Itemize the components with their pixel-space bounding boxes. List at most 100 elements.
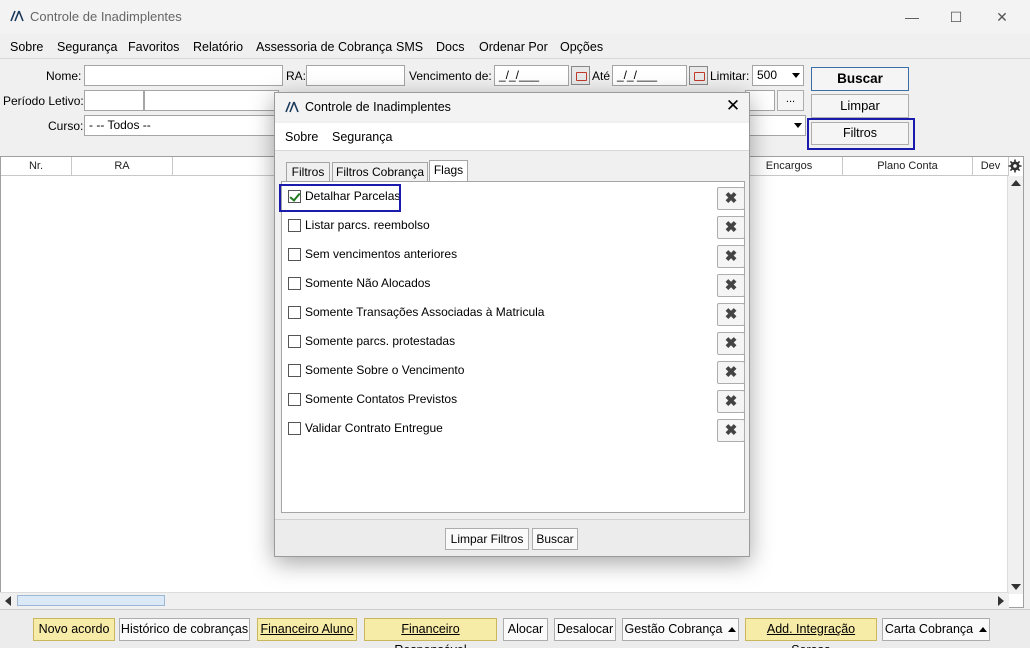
chevron-up-icon bbox=[979, 627, 988, 632]
scroll-thumb[interactable] bbox=[17, 595, 165, 606]
flag-row[interactable]: Somente Não Alocados bbox=[288, 273, 708, 295]
clear-flag-icon[interactable]: ✖ bbox=[717, 361, 745, 384]
ra-input[interactable] bbox=[306, 65, 405, 86]
menu-seguranca[interactable]: Segurança bbox=[57, 40, 117, 54]
checkbox[interactable] bbox=[288, 335, 301, 348]
tab-filtros[interactable]: Filtros bbox=[286, 162, 330, 182]
chevron-down-icon bbox=[792, 73, 800, 78]
col-encargos[interactable]: Encargos bbox=[736, 157, 843, 176]
clear-flag-icon[interactable]: ✖ bbox=[717, 303, 745, 326]
gestao-cobranca-button[interactable]: Gestão Cobrança bbox=[622, 618, 739, 641]
dialog-menu-sobre[interactable]: Sobre bbox=[285, 130, 318, 144]
limpar-filtros-button[interactable]: Limpar Filtros bbox=[445, 528, 529, 550]
flag-label: Somente Transações Associadas à Matricul… bbox=[305, 305, 545, 319]
menu-opcoes[interactable]: Opções bbox=[560, 40, 603, 54]
flag-row[interactable]: Somente Contatos Previstos bbox=[288, 389, 708, 411]
col-plano-conta[interactable]: Plano Conta bbox=[843, 157, 973, 176]
clear-flag-icon[interactable]: ✖ bbox=[717, 187, 745, 210]
vertical-scrollbar[interactable] bbox=[1007, 176, 1023, 594]
periodo-desc-input[interactable] bbox=[144, 90, 279, 111]
flag-label: Validar Contrato Entregue bbox=[305, 421, 443, 435]
dialog-buscar-button[interactable]: Buscar bbox=[532, 528, 578, 550]
flags-dialog: Controle de Inadimplentes ✕ Sobre Segura… bbox=[274, 92, 750, 557]
flag-row[interactable]: Somente parcs. protestadas bbox=[288, 331, 708, 353]
nome-input[interactable] bbox=[84, 65, 283, 86]
dialog-titlebar: Controle de Inadimplentes ✕ bbox=[275, 93, 749, 121]
menu-favoritos[interactable]: Favoritos bbox=[128, 40, 179, 54]
periodo-input[interactable] bbox=[84, 90, 144, 111]
close-icon[interactable]: ✕ bbox=[723, 96, 743, 116]
checkbox[interactable] bbox=[288, 306, 301, 319]
add-integracao-serasa-button[interactable]: Add. Integração Serasa bbox=[745, 618, 877, 648]
novo-acordo-button[interactable]: Novo acordo bbox=[33, 618, 115, 641]
menu-ordenar-por[interactable]: Ordenar Por bbox=[479, 40, 548, 54]
clear-flag-icon[interactable]: ✖ bbox=[717, 216, 745, 239]
window-titlebar: Controle de Inadimplentes — ☐ ✕ bbox=[0, 0, 1030, 34]
vencimento-label: Vencimento de: bbox=[409, 69, 492, 83]
clear-flag-icon[interactable]: ✖ bbox=[717, 390, 745, 413]
scroll-right-icon[interactable] bbox=[998, 596, 1004, 606]
historico-cobrancas-button[interactable]: Histórico de cobranças bbox=[119, 618, 250, 641]
scroll-left-icon[interactable] bbox=[5, 596, 11, 606]
vencimento-de-input[interactable]: _/_/___ bbox=[494, 65, 569, 86]
checkbox[interactable] bbox=[288, 248, 301, 261]
clear-flag-icon[interactable]: ✖ bbox=[717, 332, 745, 355]
flag-row[interactable]: Somente Sobre o Vencimento bbox=[288, 360, 708, 382]
financeiro-responsavel-button[interactable]: Financeiro Responsável bbox=[364, 618, 497, 648]
ate-input[interactable]: _/_/___ bbox=[612, 65, 687, 86]
carta-cobranca-button[interactable]: Carta Cobrança bbox=[882, 618, 990, 641]
ellipsis-button[interactable]: ... bbox=[777, 90, 804, 111]
scroll-up-icon[interactable] bbox=[1011, 180, 1021, 186]
col-nr[interactable]: Nr. bbox=[1, 157, 72, 176]
tab-filtros-cobranca[interactable]: Filtros Cobrança bbox=[332, 162, 428, 182]
settings-gear-icon[interactable] bbox=[1008, 159, 1022, 173]
col-dev[interactable]: Dev bbox=[973, 157, 1009, 176]
checkbox[interactable] bbox=[288, 277, 301, 290]
filtros-highlight bbox=[807, 118, 915, 150]
checkbox[interactable] bbox=[288, 393, 301, 406]
maximize-icon[interactable]: ☐ bbox=[941, 6, 971, 28]
curso-select[interactable]: - -- Todos -- bbox=[84, 115, 279, 136]
flag-label: Sem vencimentos anteriores bbox=[305, 247, 458, 261]
menu-docs[interactable]: Docs bbox=[436, 40, 464, 54]
tab-flags[interactable]: Flags bbox=[429, 160, 468, 182]
minimize-icon[interactable]: — bbox=[897, 6, 927, 28]
bottom-toolbar: Novo acordo Histórico de cobranças Finan… bbox=[0, 609, 1030, 648]
limitar-select[interactable]: 500 bbox=[752, 65, 804, 86]
limpar-button[interactable]: Limpar bbox=[811, 94, 909, 118]
menu-assessoria[interactable]: Assessoria de Cobrança bbox=[256, 40, 392, 54]
buscar-button[interactable]: Buscar bbox=[811, 67, 909, 91]
menu-sobre[interactable]: Sobre bbox=[10, 40, 43, 54]
horizontal-scrollbar[interactable] bbox=[0, 592, 1009, 608]
menu-sms[interactable]: SMS bbox=[396, 40, 423, 54]
dialog-menu-seguranca[interactable]: Segurança bbox=[332, 130, 392, 144]
calendar-icon[interactable] bbox=[689, 66, 708, 85]
chevron-up-icon bbox=[728, 627, 737, 632]
menu-relatorio[interactable]: Relatório bbox=[193, 40, 243, 54]
close-icon[interactable]: ✕ bbox=[987, 6, 1017, 28]
flags-panel: Detalhar Parcelas ✖ Listar parcs. reembo… bbox=[279, 181, 745, 513]
clear-flag-icon[interactable]: ✖ bbox=[717, 419, 745, 442]
checkbox[interactable] bbox=[288, 364, 301, 377]
curso-select-right[interactable] bbox=[745, 115, 806, 136]
calendar-icon[interactable] bbox=[571, 66, 590, 85]
scroll-down-icon[interactable] bbox=[1011, 584, 1021, 590]
limitar-value: 500 bbox=[757, 68, 778, 82]
clear-flag-icon[interactable]: ✖ bbox=[717, 245, 745, 268]
dialog-footer: Limpar Filtros Buscar bbox=[275, 519, 749, 556]
desalocar-button[interactable]: Desalocar bbox=[554, 618, 616, 641]
checkbox[interactable] bbox=[288, 422, 301, 435]
chevron-down-icon bbox=[794, 123, 802, 128]
flag-row[interactable]: Validar Contrato Entregue bbox=[288, 418, 708, 440]
flag-row[interactable]: Listar parcs. reembolso bbox=[288, 215, 708, 237]
ra-label: RA: bbox=[286, 69, 307, 83]
alocar-button[interactable]: Alocar bbox=[503, 618, 548, 641]
flag-row[interactable]: Somente Transações Associadas à Matricul… bbox=[288, 302, 708, 324]
gestao-cobranca-label: Gestão Cobrança bbox=[624, 622, 723, 636]
financeiro-aluno-label: Financeiro Aluno bbox=[260, 622, 354, 636]
financeiro-aluno-button[interactable]: Financeiro Aluno bbox=[257, 618, 357, 641]
col-ra[interactable]: RA bbox=[72, 157, 173, 176]
clear-flag-icon[interactable]: ✖ bbox=[717, 274, 745, 297]
checkbox[interactable] bbox=[288, 219, 301, 232]
flag-row[interactable]: Sem vencimentos anteriores bbox=[288, 244, 708, 266]
